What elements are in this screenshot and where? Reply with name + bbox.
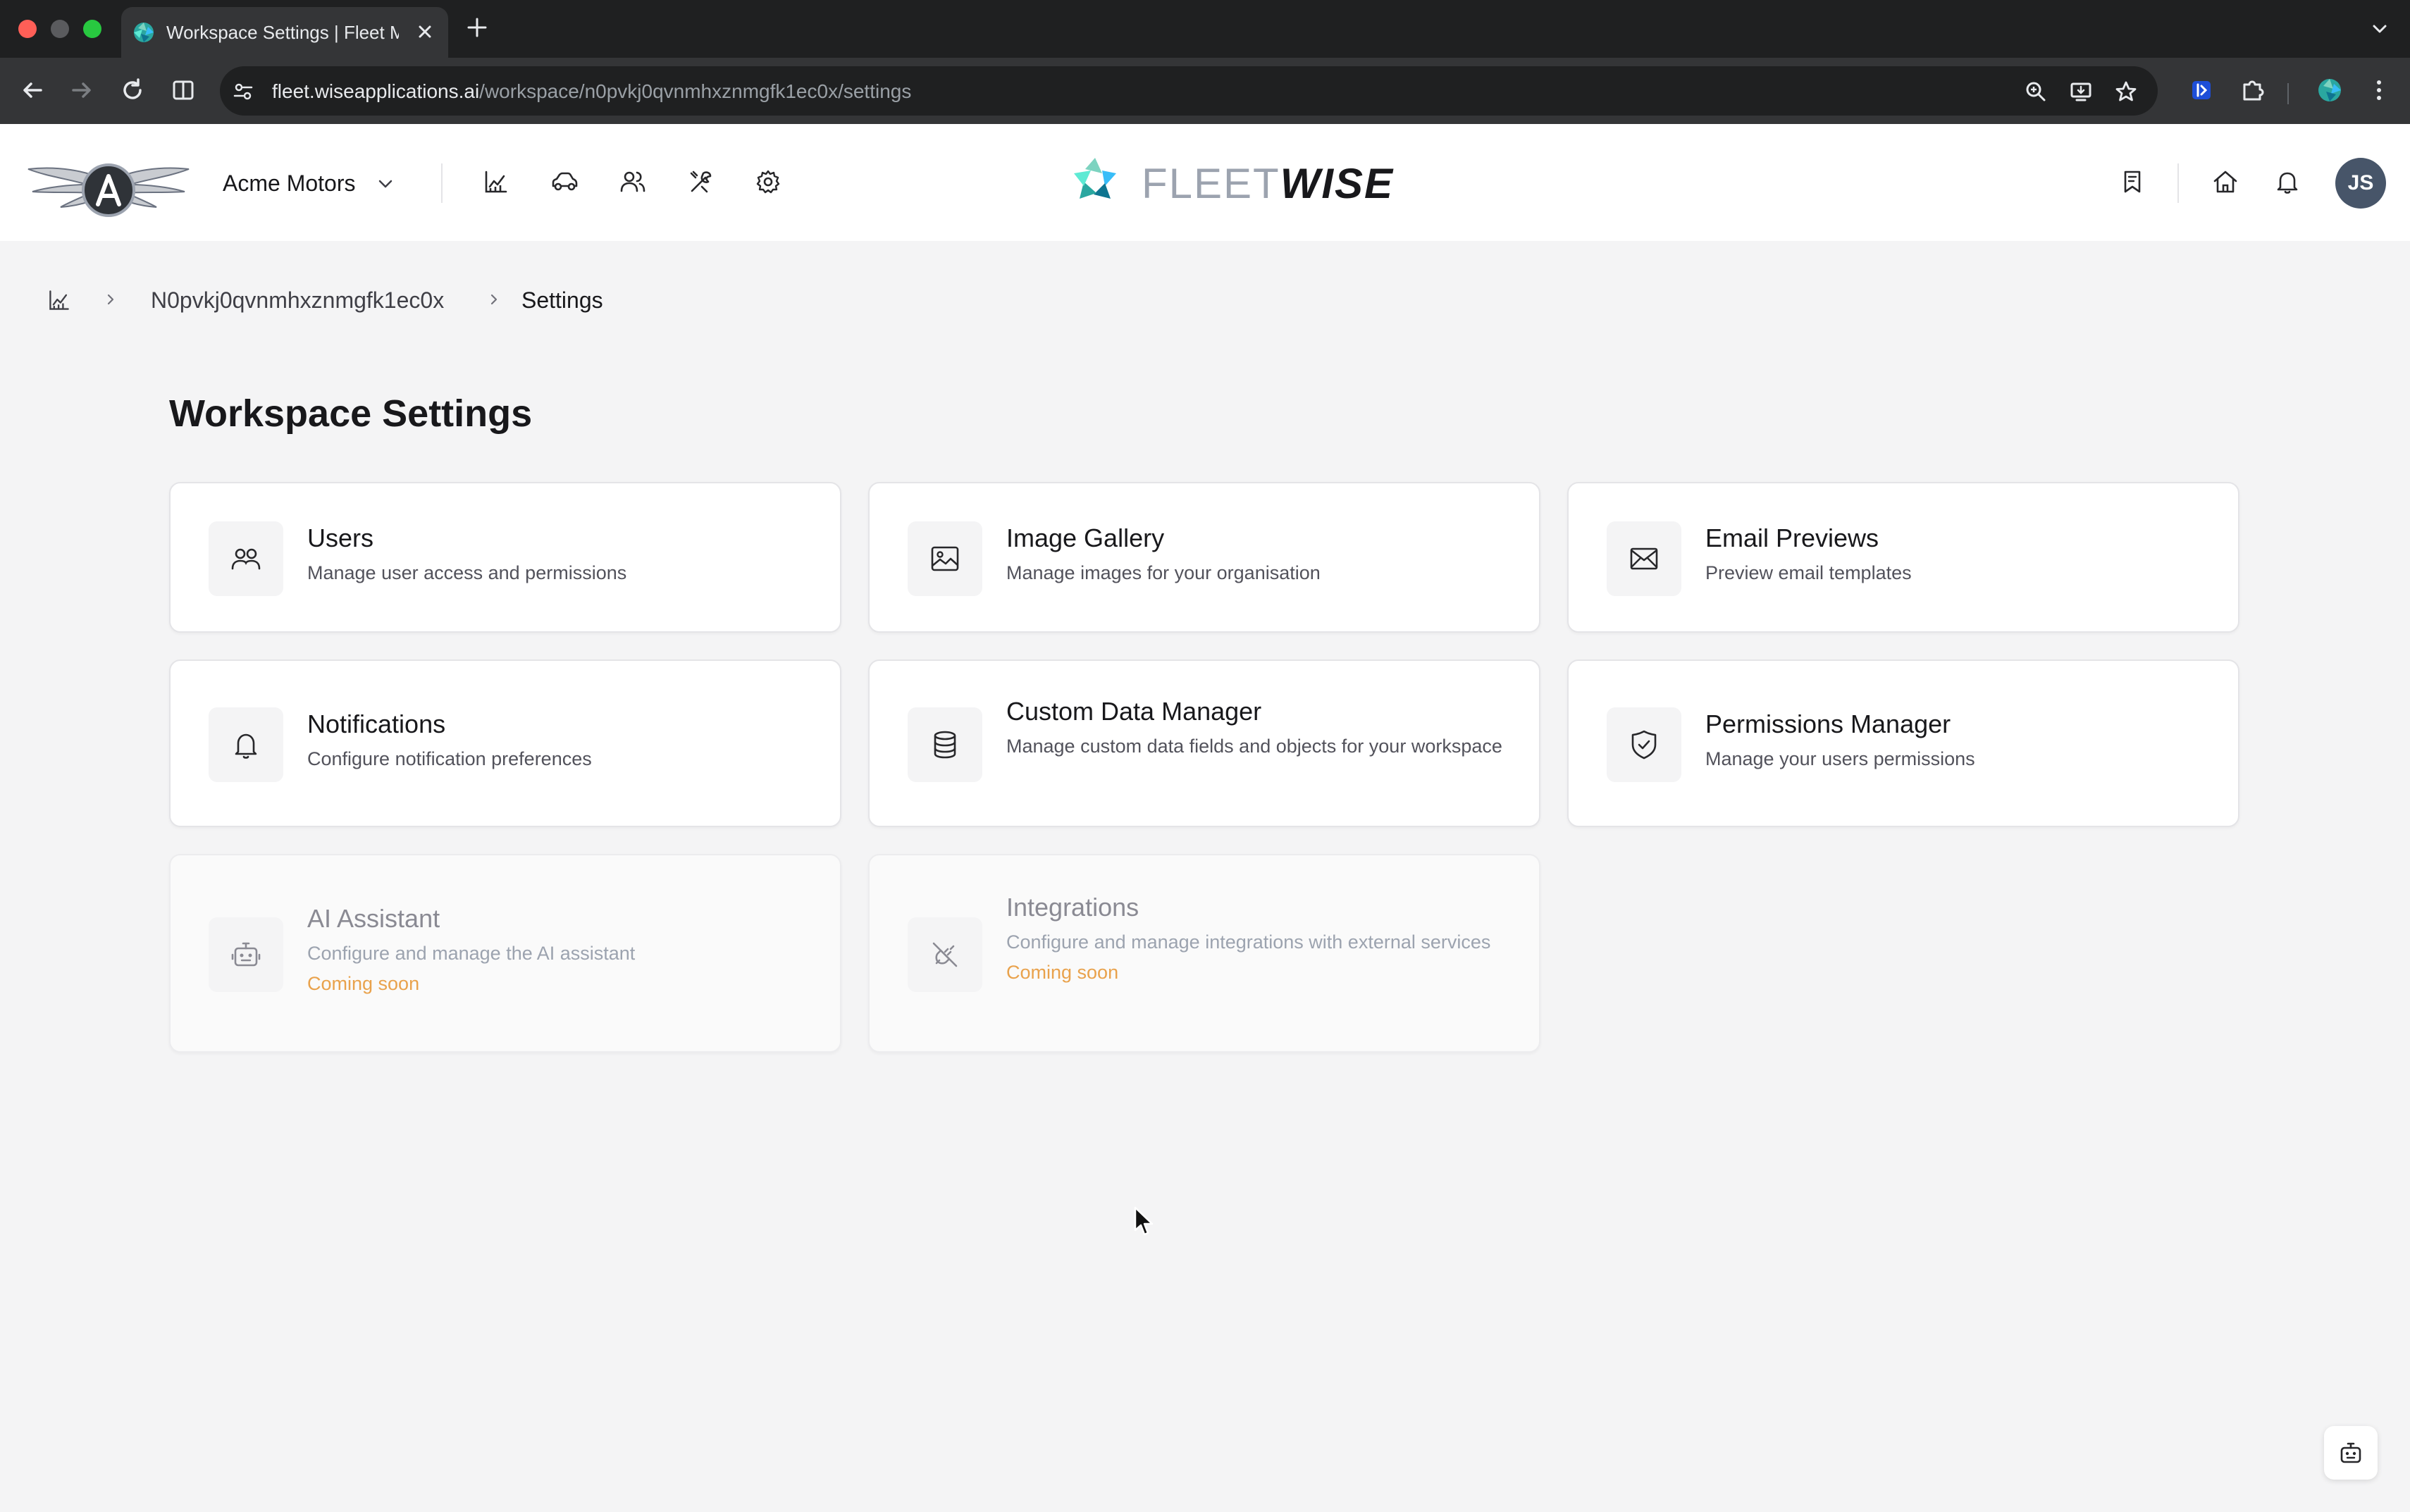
header-divider-right [2177, 163, 2179, 203]
chevron-right-icon [486, 292, 502, 307]
assistant-chat-button[interactable] [2324, 1426, 2378, 1480]
home-icon[interactable] [2211, 168, 2239, 196]
coming-soon-label: Coming soon [307, 973, 420, 994]
tab-search-icon[interactable] [2368, 17, 2392, 41]
split-view-icon[interactable] [169, 76, 197, 104]
chevron-down-icon[interactable] [376, 175, 395, 193]
browser-menu-icon[interactable] [2365, 76, 2393, 104]
bot-icon [2337, 1439, 2365, 1467]
extensions-puzzle-icon[interactable] [2238, 76, 2266, 104]
settings-card-permissions-manager[interactable]: Permissions Manager Manage your users pe… [1567, 659, 2239, 827]
card-title: Permissions Manager [1705, 709, 1951, 738]
org-selector[interactable]: Acme Motors [223, 171, 355, 197]
winged-logo-icon[interactable] [25, 148, 192, 225]
browser-toolbar: fleet.wiseapplications.ai/workspace/n0pv… [0, 58, 2410, 124]
header-divider [441, 163, 443, 203]
card-description: Manage your users permissions [1705, 748, 1975, 769]
settings-card-image-gallery[interactable]: Image Gallery Manage images for your org… [868, 482, 1540, 633]
app-header: Acme Motors FLEETWISE JS [0, 124, 2410, 241]
site-info-icon[interactable] [231, 80, 255, 104]
address-bar[interactable]: fleet.wiseapplications.ai/workspace/n0pv… [220, 66, 2158, 116]
avatar[interactable]: JS [2335, 158, 2386, 209]
settings-card-custom-data-manager[interactable]: Custom Data Manager Manage custom data f… [868, 659, 1540, 827]
browser-tab-bar: Workspace Settings | Fleet Management [0, 0, 2410, 58]
card-description: Configure and manage the AI assistant [307, 943, 636, 964]
card-title: Notifications [307, 709, 446, 738]
card-description: Manage images for your organisation [1006, 562, 1321, 583]
plug-off-icon [908, 917, 982, 992]
card-title: Email Previews [1705, 523, 1879, 552]
tab-close-icon[interactable] [414, 21, 435, 42]
bookmark-icon[interactable] [2118, 168, 2146, 196]
new-tab-icon[interactable] [465, 16, 489, 39]
card-title: Integrations [1006, 893, 1139, 922]
tools-icon[interactable] [686, 168, 715, 196]
chevron-right-icon [103, 292, 118, 307]
card-title: Users [307, 523, 374, 552]
forward-icon[interactable] [68, 76, 96, 104]
bot-icon [209, 917, 283, 992]
chart-icon[interactable] [482, 168, 510, 196]
settings-card-ai-assistant: AI Assistant Configure and manage the AI… [169, 854, 841, 1053]
brand-bold: WISE [1280, 160, 1395, 207]
breadcrumb-chart-icon[interactable] [47, 287, 72, 313]
mouse-cursor-icon [1133, 1206, 1154, 1237]
coming-soon-label: Coming soon [1006, 962, 1119, 983]
card-description: Configure and manage integrations with e… [1006, 931, 1491, 953]
window-maximize-button[interactable] [83, 20, 101, 38]
breadcrumb-current: Settings [521, 287, 603, 313]
bookmark-star-icon[interactable] [2114, 80, 2138, 104]
gear-icon[interactable] [754, 168, 782, 196]
card-title: AI Assistant [307, 904, 440, 933]
users-icon [209, 521, 283, 596]
breadcrumb-workspace[interactable]: N0pvkj0qvnmhxznmgfk1ec0x [151, 287, 444, 314]
card-description: Preview email templates [1705, 562, 1912, 583]
image-icon [908, 521, 982, 596]
card-description: Manage custom data fields and objects fo… [1006, 736, 1502, 757]
settings-card-users[interactable]: Users Manage user access and permissions [169, 482, 841, 633]
back-icon[interactable] [18, 76, 47, 104]
url-text[interactable]: fleet.wiseapplications.ai/workspace/n0pv… [272, 80, 911, 103]
settings-card-email-previews[interactable]: Email Previews Preview email templates [1567, 482, 2239, 633]
reload-icon[interactable] [118, 76, 147, 104]
fleetwise-favicon-icon [132, 21, 155, 44]
users-icon[interactable] [619, 168, 647, 196]
brand-wordmark: FLEETWISE [1142, 159, 1394, 208]
card-title: Custom Data Manager [1006, 697, 1262, 726]
url-host: fleet.wiseapplications.ai [272, 80, 480, 102]
extension-icon[interactable] [2187, 76, 2216, 104]
toolbar-divider [2287, 83, 2289, 104]
tab-title: Workspace Settings | Fleet Management [166, 22, 399, 43]
browser-tab[interactable]: Workspace Settings | Fleet Management [121, 7, 448, 58]
window-minimize-button[interactable] [51, 20, 69, 38]
database-icon [908, 707, 982, 782]
card-description: Configure notification preferences [307, 748, 592, 769]
settings-card-notifications[interactable]: Notifications Configure notification pre… [169, 659, 841, 827]
mail-icon [1607, 521, 1681, 596]
profile-icon[interactable] [2316, 76, 2344, 104]
bell-icon[interactable] [2273, 168, 2301, 196]
fleetwise-logo-icon[interactable] [1070, 155, 1120, 206]
window-close-button[interactable] [18, 20, 37, 38]
page-title: Workspace Settings [169, 392, 533, 435]
shield-check-icon [1607, 707, 1681, 782]
brand-light: FLEET [1142, 160, 1280, 207]
zoom-icon[interactable] [2024, 80, 2048, 104]
settings-card-integrations: Integrations Configure and manage integr… [868, 854, 1540, 1053]
card-title: Image Gallery [1006, 523, 1165, 552]
car-icon[interactable] [550, 168, 579, 196]
card-description: Manage user access and permissions [307, 562, 627, 583]
url-path: /workspace/n0pvkj0qvnmhxznmgfk1ec0x/sett… [479, 80, 912, 102]
install-app-icon[interactable] [2069, 80, 2093, 104]
bell-icon [209, 707, 283, 782]
